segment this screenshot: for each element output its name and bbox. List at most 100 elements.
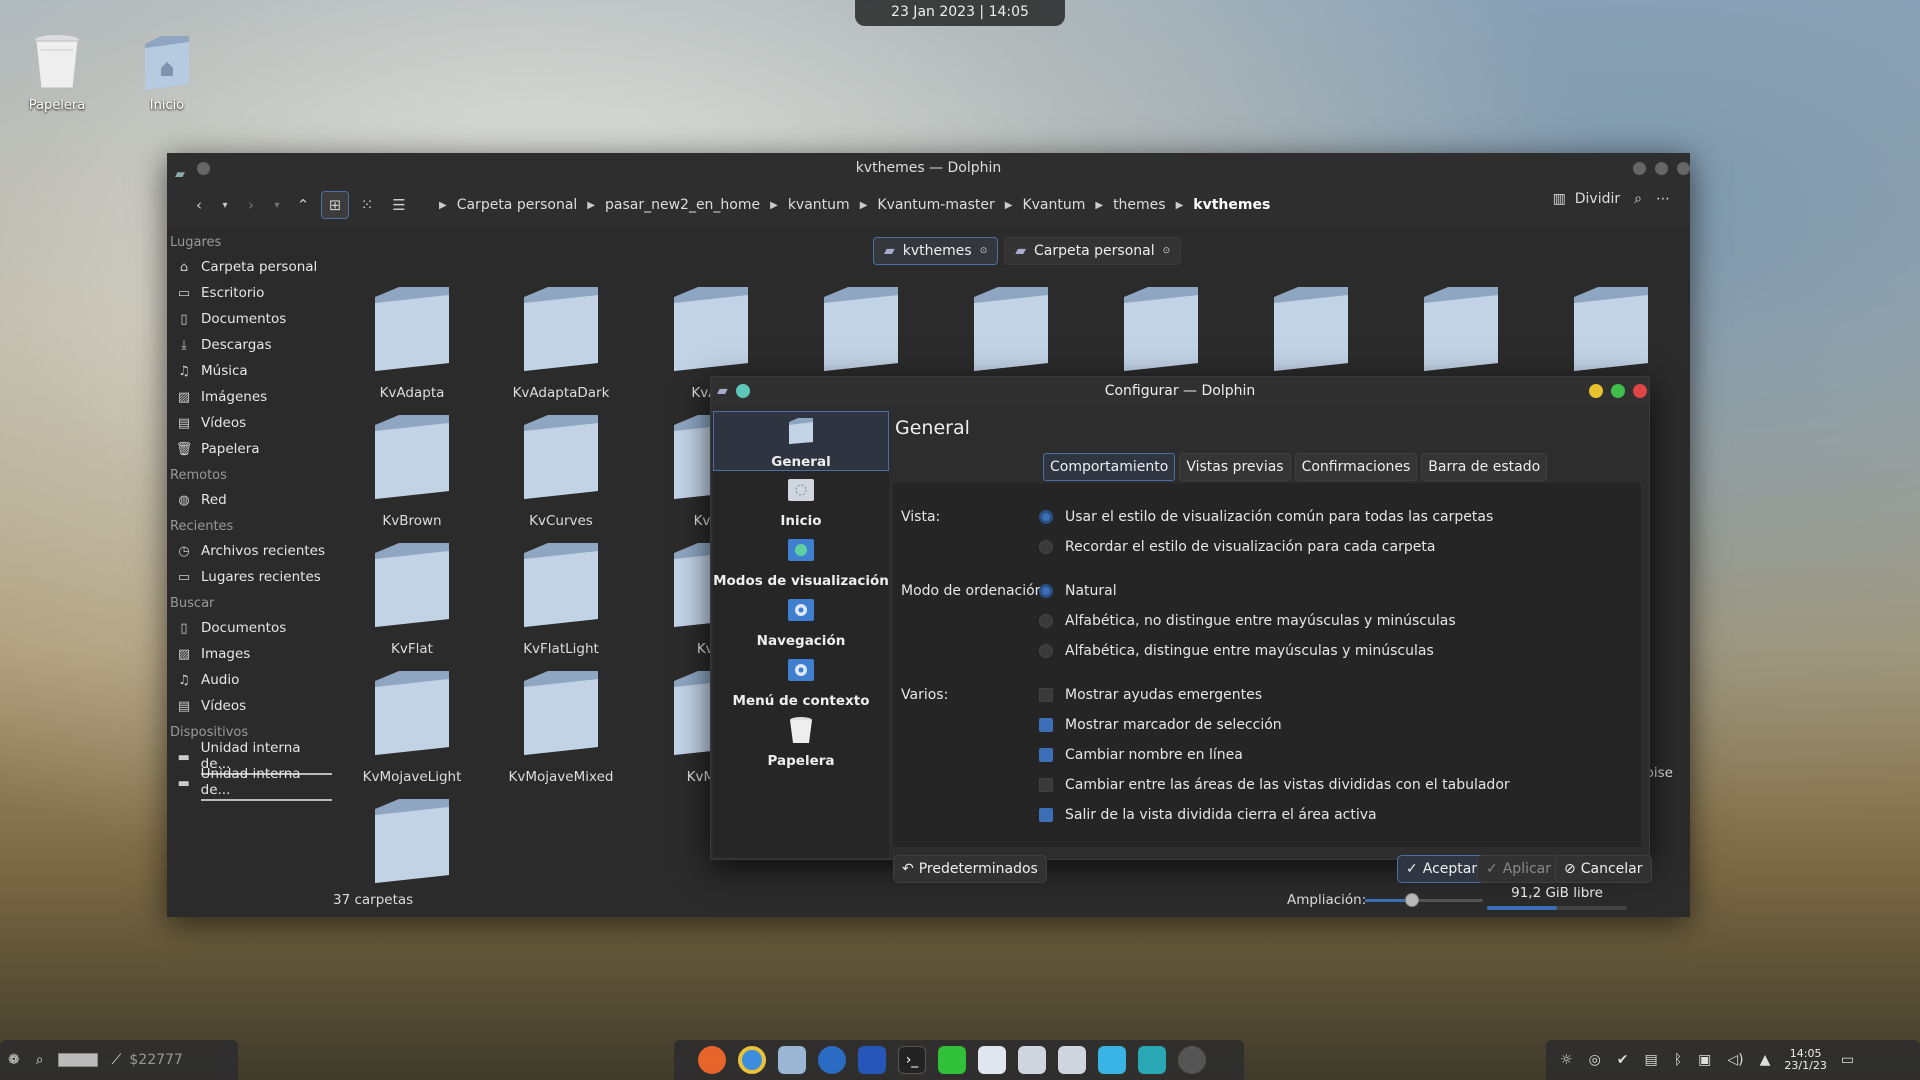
place-documents[interactable]: ▯ Documentos xyxy=(167,306,332,332)
place-home[interactable]: ⌂ Carpeta personal xyxy=(167,254,332,280)
folder-item[interactable] xyxy=(791,283,931,385)
expand-tray-icon[interactable]: ▲ xyxy=(1760,1052,1771,1068)
folder-item[interactable] xyxy=(1241,283,1381,385)
update-icon[interactable]: ◎ xyxy=(1589,1052,1601,1068)
chevron-down-icon[interactable]: ▾ xyxy=(269,191,285,219)
folder-item[interactable]: KvCurves xyxy=(491,411,631,529)
checkbox[interactable] xyxy=(1039,748,1053,762)
folder-item[interactable]: KvFlat xyxy=(342,539,482,657)
split-button[interactable]: ▥ Dividir xyxy=(1553,191,1621,207)
show-desktop-icon[interactable]: ▭ xyxy=(1841,1052,1854,1068)
free-space[interactable]: 91,2 GiB libre xyxy=(1487,885,1627,910)
crumb[interactable]: pasar_new2_en_home xyxy=(605,197,760,213)
folder-item[interactable] xyxy=(1091,283,1231,385)
close-button[interactable] xyxy=(1677,162,1690,175)
radio-checked[interactable] xyxy=(1039,510,1053,524)
defaults-button[interactable]: ↶ Predeterminados xyxy=(893,855,1047,883)
category-trash[interactable]: Papelera xyxy=(713,711,889,771)
place-downloads[interactable]: ⤓ Descargas xyxy=(167,332,332,358)
text-editor-icon[interactable] xyxy=(978,1046,1006,1074)
orden-option-insensitive[interactable]: Alfabética, no distingue entre mayúscula… xyxy=(1039,613,1456,629)
apply-button[interactable]: ✓ Aplicar xyxy=(1477,855,1561,883)
details-view-icon[interactable]: ☰ xyxy=(385,191,413,219)
search-documents[interactable]: ▯ Documentos xyxy=(167,615,332,641)
close-tab-icon[interactable]: ⊙ xyxy=(1163,246,1171,256)
category-view-modes[interactable]: Modos de visualización xyxy=(713,531,889,591)
varios-option[interactable]: Mostrar marcador de selección xyxy=(1039,717,1282,733)
varios-option[interactable]: Salir de la vista dividida cierra el áre… xyxy=(1039,807,1377,823)
menu-icon[interactable]: ⋯ xyxy=(1656,191,1670,207)
tab-confirmations[interactable]: Confirmaciones xyxy=(1294,453,1418,481)
desktop-trash[interactable]: Papelera xyxy=(12,32,102,113)
vista-option-common[interactable]: Usar el estilo de visualización común pa… xyxy=(1039,509,1493,525)
place-recent-places[interactable]: ▭ Lugares recientes xyxy=(167,564,332,590)
category-startup[interactable]: Inicio xyxy=(713,471,889,531)
activity-icon[interactable]: ⟋ xyxy=(112,1052,122,1068)
checkbox[interactable] xyxy=(1039,778,1053,792)
pager-widget[interactable] xyxy=(57,1053,98,1067)
folder-item[interactable] xyxy=(1391,283,1531,385)
minimize-button[interactable] xyxy=(1633,162,1646,175)
folder-item[interactable]: KvAdaptaDark xyxy=(491,283,631,401)
place-images[interactable]: ▨ Imágenes xyxy=(167,384,332,410)
folder-item[interactable]: KvMojaveMixed xyxy=(491,667,631,785)
crumb-current[interactable]: kvthemes xyxy=(1193,197,1270,213)
crumb[interactable]: kvantum xyxy=(788,197,850,213)
folder-item[interactable] xyxy=(941,283,1081,385)
icons-view-icon[interactable]: ⊞ xyxy=(321,191,349,219)
software-center-icon[interactable] xyxy=(818,1046,846,1074)
search-images[interactable]: ▨ Images xyxy=(167,641,332,667)
close-button[interactable] xyxy=(1633,384,1647,398)
folder-item[interactable] xyxy=(1541,283,1681,385)
minimize-button[interactable] xyxy=(1589,384,1603,398)
radio-unchecked[interactable] xyxy=(1039,540,1053,554)
check-icon[interactable]: ✔ xyxy=(1617,1052,1629,1068)
tab-kvthemes[interactable]: ▰ kvthemes ⊙ xyxy=(873,237,999,265)
folder-item[interactable]: KvFlatLight xyxy=(491,539,631,657)
compact-view-icon[interactable]: ⁙ xyxy=(353,191,381,219)
tab-home[interactable]: ▰ Carpeta personal ⊙ xyxy=(1004,237,1182,265)
clock-icon[interactable] xyxy=(1178,1046,1206,1074)
pin-button[interactable] xyxy=(197,162,210,175)
folder-item[interactable]: KvMojaveLight xyxy=(342,667,482,785)
top-datetime[interactable]: 23 Jan 2023 | 14:05 xyxy=(855,0,1065,26)
calculator-icon[interactable] xyxy=(1018,1046,1046,1074)
notifications-icon[interactable]: ☼ xyxy=(1560,1052,1573,1068)
search-videos[interactable]: ▤ Vídeos xyxy=(167,693,332,719)
search-icon[interactable]: ⌕ xyxy=(36,1052,44,1068)
volume-icon[interactable]: ◁) xyxy=(1727,1052,1743,1068)
varios-option[interactable]: Cambiar entre las áreas de las vistas di… xyxy=(1039,777,1510,793)
place-recent-files[interactable]: ◷ Archivos recientes xyxy=(167,538,332,564)
place-network[interactable]: ◍ Red xyxy=(167,487,332,513)
desktop-home[interactable]: Inicio xyxy=(122,32,212,113)
place-desktop[interactable]: ▭ Escritorio xyxy=(167,280,332,306)
zoom-slider[interactable] xyxy=(1365,893,1483,907)
crumb[interactable]: Kvantum-master xyxy=(877,197,994,213)
close-tab-icon[interactable]: ⊙ xyxy=(980,246,988,256)
notes-icon[interactable] xyxy=(1098,1046,1126,1074)
crumb[interactable]: themes xyxy=(1113,197,1166,213)
category-context-menu[interactable]: Menú de contexto xyxy=(713,651,889,711)
back-icon[interactable]: ‹ xyxy=(185,191,213,219)
folder-item[interactable]: KvBrown xyxy=(342,411,482,529)
varios-option[interactable]: Cambiar nombre en línea xyxy=(1039,747,1243,763)
ok-button[interactable]: ✓ Aceptar xyxy=(1397,855,1487,883)
radio-checked[interactable] xyxy=(1039,584,1053,598)
app-launcher-icon[interactable]: ❁ xyxy=(8,1052,20,1068)
tab-statusbar[interactable]: Barra de estado xyxy=(1421,453,1548,481)
radio-unchecked[interactable] xyxy=(1039,614,1053,628)
tab-previews[interactable]: Vistas previas xyxy=(1179,453,1291,481)
chevron-down-icon[interactable]: ▾ xyxy=(217,191,233,219)
pin-button[interactable] xyxy=(736,384,750,398)
bluetooth-icon[interactable]: ᛒ xyxy=(1674,1052,1682,1068)
maximize-button[interactable] xyxy=(1655,162,1668,175)
forward-icon[interactable]: › xyxy=(237,191,265,219)
terminal-icon[interactable]: ›_ xyxy=(898,1046,926,1074)
category-navigation[interactable]: Navegación xyxy=(713,591,889,651)
chrome-icon[interactable] xyxy=(738,1046,766,1074)
search-icon[interactable]: ⌕ xyxy=(1634,191,1642,207)
screenshot-icon[interactable] xyxy=(938,1046,966,1074)
dolphin-titlebar[interactable]: ▰ kvthemes — Dolphin xyxy=(167,153,1690,183)
varios-option[interactable]: Mostrar ayudas emergentes xyxy=(1039,687,1262,703)
place-music[interactable]: ♫ Música xyxy=(167,358,332,384)
